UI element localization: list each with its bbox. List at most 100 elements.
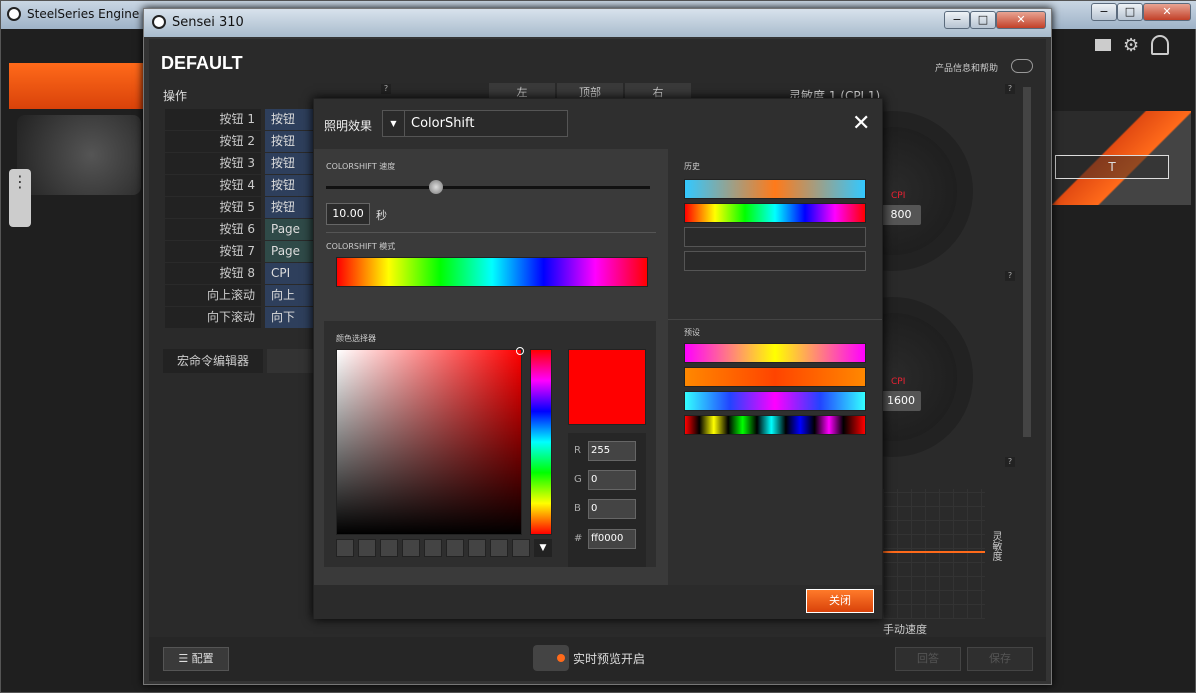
preset-swatch[interactable]	[684, 391, 866, 411]
saturation-value-field[interactable]	[336, 349, 522, 535]
macro-editor-field[interactable]	[267, 349, 313, 373]
button-row-label[interactable]: 按钮 4	[165, 175, 261, 196]
dialog-header: 照明效果 ▼ ColorShift ✕	[314, 99, 882, 149]
preset-swatch[interactable]	[684, 415, 866, 435]
lighting-effect-select[interactable]: ▼ ColorShift	[382, 110, 568, 137]
user-icon[interactable]	[1151, 35, 1169, 55]
scrollbar[interactable]	[1023, 87, 1031, 437]
sensei-titlebar[interactable]: Sensei 310 − □ ✕	[144, 9, 1051, 37]
speed-slider-handle[interactable]	[429, 180, 444, 194]
live-preview-label: 实时预览开启	[573, 652, 646, 666]
button-action[interactable]: 按钮	[265, 153, 313, 174]
help-cloud-icon[interactable]	[1011, 59, 1033, 73]
engine-active-tab[interactable]	[9, 63, 149, 109]
revert-button[interactable]: 回答	[895, 647, 961, 671]
config-button-label: 配置	[191, 652, 214, 665]
speed-input[interactable]: 10.00	[326, 203, 370, 225]
color-well[interactable]	[424, 539, 442, 557]
history-swatch[interactable]	[684, 227, 866, 247]
button-action[interactable]: 按钮	[265, 175, 313, 196]
button-row-label[interactable]: 按钮 7	[165, 241, 261, 262]
color-well[interactable]	[380, 539, 398, 557]
color-well[interactable]	[490, 539, 508, 557]
sensei-maximize-button[interactable]: □	[970, 11, 996, 29]
speed-slider[interactable]	[326, 186, 650, 189]
b-label: B	[574, 503, 581, 514]
button-action[interactable]: CPI	[265, 263, 313, 284]
wells-dropdown-icon[interactable]: ▼	[534, 539, 552, 557]
megaphone-icon[interactable]	[1095, 39, 1111, 51]
engine-close-button[interactable]: ✕	[1143, 3, 1191, 21]
sensei-close-button[interactable]: ✕	[996, 11, 1046, 29]
color-well[interactable]	[468, 539, 486, 557]
color-well[interactable]	[358, 539, 376, 557]
preset-swatch[interactable]	[684, 367, 866, 387]
preset-swatch[interactable]	[684, 343, 866, 363]
button-row-label[interactable]: 按钮 8	[165, 263, 261, 284]
button-action[interactable]: Page	[265, 219, 313, 240]
engine-minimize-button[interactable]: −	[1091, 3, 1117, 21]
presets-label: 预设	[684, 328, 700, 337]
config-button[interactable]: ☰ 配置	[163, 647, 229, 671]
steelseries-logo-icon	[7, 7, 21, 21]
button-row-label[interactable]: 按钮 3	[165, 153, 261, 174]
drawer-handle-icon[interactable]: ⋮	[9, 169, 31, 227]
button-row-label[interactable]: 向上滚动	[165, 285, 261, 306]
sv-cursor-icon[interactable]	[516, 347, 524, 355]
button-action[interactable]: 按钮	[265, 109, 313, 130]
help-icon[interactable]: ?	[1005, 84, 1015, 94]
profile-name: DEFAULT	[161, 53, 243, 73]
selected-color-swatch	[568, 349, 646, 425]
sensei-minimize-button[interactable]: −	[944, 11, 970, 29]
bottom-bar: ☰ 配置 实时预览开启 回答 保存	[149, 637, 1046, 681]
button-row-label[interactable]: 按钮 1	[165, 109, 261, 130]
button-action[interactable]: 按钮	[265, 131, 313, 152]
r-input[interactable]: 255	[588, 441, 636, 461]
button-action[interactable]: 按钮	[265, 197, 313, 218]
speed-unit: 秒	[376, 209, 387, 222]
button-row-label[interactable]: 向下滚动	[165, 307, 261, 328]
button-action[interactable]: 向下	[265, 307, 313, 328]
button-row-label[interactable]: 按钮 5	[165, 197, 261, 218]
cpi-dial-2-value[interactable]: 1600	[881, 391, 921, 411]
dialog-close-icon[interactable]: ✕	[852, 113, 870, 135]
help-icon[interactable]: ?	[1005, 457, 1015, 467]
b-input[interactable]: 0	[588, 499, 636, 519]
save-button[interactable]: 保存	[967, 647, 1033, 671]
color-picker: 颜色选择器 R 255 G 0 B 0 # ff0000 ▼	[324, 321, 656, 567]
engine-title: SteelSeries Engine 3	[27, 7, 151, 21]
sensei-title: Sensei 310	[172, 15, 244, 30]
close-button[interactable]: 关闭	[806, 589, 874, 613]
acceleration-graph[interactable]	[883, 489, 985, 619]
button-action[interactable]: Page	[265, 241, 313, 262]
button-row-label[interactable]: 按钮 6	[165, 219, 261, 240]
color-well[interactable]	[446, 539, 464, 557]
cpi-dial-1-value[interactable]: 800	[881, 205, 921, 225]
hue-slider[interactable]	[530, 349, 552, 535]
g-input[interactable]: 0	[588, 470, 636, 490]
gear-icon[interactable]: ⚙	[1123, 35, 1139, 56]
color-well[interactable]	[512, 539, 530, 557]
gradient-bar[interactable]	[336, 257, 648, 287]
macro-editor-button[interactable]: 宏命令编辑器	[163, 349, 263, 373]
live-preview-toggle[interactable]	[533, 645, 569, 671]
color-well[interactable]	[402, 539, 420, 557]
product-info-link[interactable]: 产品信息和帮助	[935, 61, 998, 74]
lighting-effect-label: 照明效果	[324, 119, 373, 133]
colorshift-settings-panel: COLORSHIFT 速度 10.00 秒 COLORSHIFT 模式 颜色选择…	[314, 149, 668, 585]
history-swatch[interactable]	[684, 179, 866, 199]
history-swatch[interactable]	[684, 203, 866, 223]
hex-input[interactable]: ff0000	[588, 529, 636, 549]
color-well[interactable]	[336, 539, 354, 557]
device-thumbnail[interactable]	[17, 115, 141, 195]
help-icon[interactable]: ?	[381, 84, 391, 94]
graph-x-label: 手动速度	[883, 623, 927, 636]
button-action[interactable]: 向上	[265, 285, 313, 306]
button-row-label[interactable]: 按钮 2	[165, 131, 261, 152]
help-icon[interactable]: ?	[1005, 271, 1015, 281]
g-label: G	[574, 474, 582, 485]
banner-label[interactable]: T	[1055, 155, 1169, 179]
history-swatch[interactable]	[684, 251, 866, 271]
banner-art: T	[1051, 111, 1191, 205]
engine-maximize-button[interactable]: □	[1117, 3, 1143, 21]
